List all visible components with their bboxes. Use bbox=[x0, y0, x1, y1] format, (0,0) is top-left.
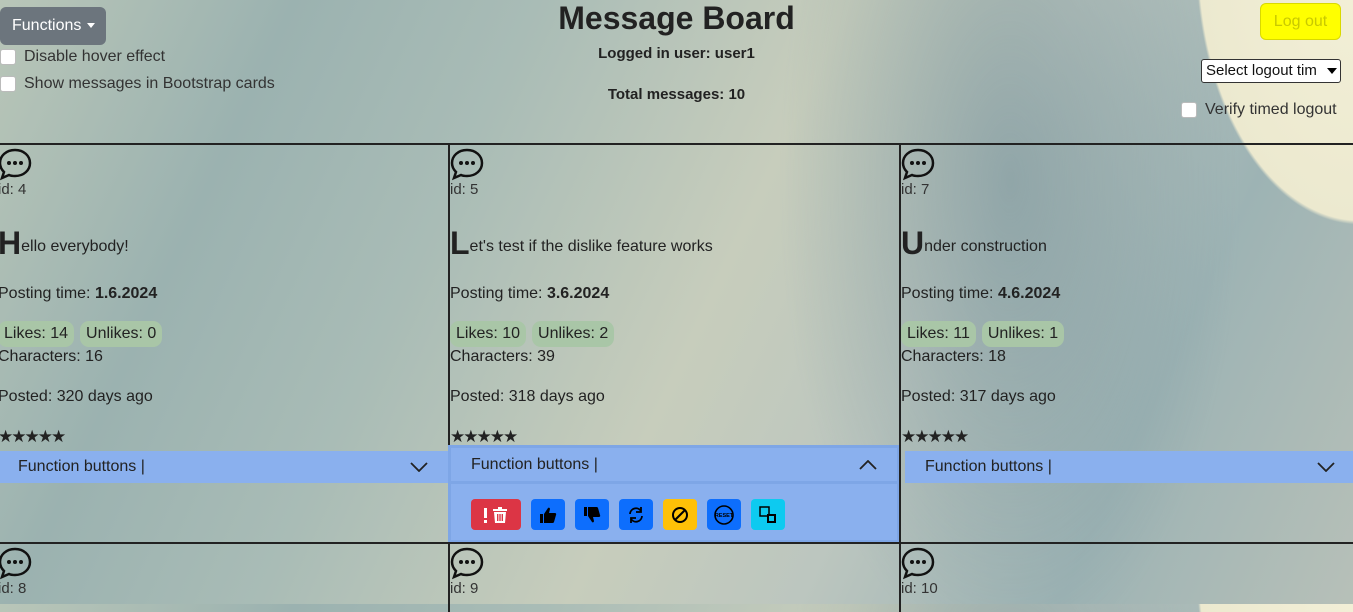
block-button[interactable] bbox=[663, 499, 697, 530]
function-buttons: RESET bbox=[471, 499, 785, 530]
function-buttons-label: Function buttons | bbox=[471, 455, 598, 473]
posting-time: Posting time: 1.6.2024 bbox=[0, 285, 158, 302]
message-initial: L bbox=[450, 225, 470, 261]
logout-button[interactable]: Log out bbox=[1260, 3, 1341, 40]
select-arrow-icon bbox=[1327, 68, 1337, 74]
message-cell: id: 5 Let's test if the dislike feature … bbox=[448, 143, 900, 545]
reactions: Likes: 14 Unlikes: 0 bbox=[0, 321, 163, 347]
unlikes-badge: Unlikes: 2 bbox=[532, 321, 615, 347]
message-text: Let's test if the dislike feature works bbox=[450, 225, 713, 262]
unlikes-badge: Unlikes: 1 bbox=[981, 321, 1065, 347]
message-text: Hello everybody! bbox=[0, 225, 129, 262]
message-body: nder construction bbox=[924, 238, 1047, 255]
message-body: ello everybody! bbox=[21, 238, 129, 255]
likes-badge: Likes: 11 bbox=[901, 321, 976, 347]
posted-ago: Posted: 320 days ago bbox=[0, 388, 153, 405]
likes-badge: Likes: 10 bbox=[450, 321, 527, 347]
message-bubble-icon bbox=[901, 148, 935, 181]
function-buttons-toggle[interactable]: Function buttons | bbox=[0, 451, 448, 483]
chevron-down-icon bbox=[410, 462, 428, 472]
dislike-button[interactable] bbox=[575, 499, 609, 530]
delete-trash-icon bbox=[484, 506, 507, 523]
logged-in-user: Logged in user: user1 bbox=[598, 45, 755, 62]
verify-logout-row[interactable]: Verify timed logout bbox=[1181, 101, 1337, 119]
verify-logout-checkbox[interactable] bbox=[1181, 102, 1197, 118]
message-initial: U bbox=[901, 225, 925, 261]
ban-icon bbox=[672, 506, 688, 523]
function-buttons-panel: Function buttons | RESET bbox=[448, 445, 900, 543]
message-text: Under construction bbox=[901, 225, 1047, 262]
reactions: Likes: 11 Unlikes: 1 bbox=[901, 321, 1065, 347]
posting-time: Posting time: 4.6.2024 bbox=[901, 285, 1061, 302]
message-id: id: 5 bbox=[450, 181, 479, 198]
message-id: id: 8 bbox=[0, 580, 27, 597]
message-bubble-icon bbox=[0, 148, 32, 181]
message-id: id: 10 bbox=[901, 580, 938, 597]
message-cell: id: 7 Under construction Posting time: 4… bbox=[899, 143, 1353, 545]
header: Functions Disable hover effect Show mess… bbox=[0, 0, 1353, 144]
message-bubble-icon bbox=[0, 547, 32, 580]
function-buttons-label: Function buttons | bbox=[925, 458, 1052, 475]
function-buttons-label: Function buttons | bbox=[18, 458, 145, 475]
character-count: Characters: 18 bbox=[901, 348, 1006, 365]
message-id: id: 9 bbox=[450, 580, 479, 597]
message-cell: id: 9 bbox=[448, 542, 900, 612]
page-title: Message Board bbox=[558, 0, 795, 36]
logout-time-select[interactable]: Select logout tim bbox=[1201, 59, 1341, 83]
reactions: Likes: 10 Unlikes: 2 bbox=[450, 321, 615, 347]
chevron-down-icon bbox=[1317, 462, 1335, 472]
star-rating[interactable]: ★★★★★ bbox=[901, 427, 969, 447]
message-cell: id: 10 bbox=[899, 542, 1353, 612]
thumbs-up-icon bbox=[540, 507, 557, 523]
delete-button[interactable] bbox=[471, 499, 521, 530]
like-button[interactable] bbox=[531, 499, 565, 530]
logout-select-value: Select logout tim bbox=[1206, 62, 1317, 79]
message-initial: H bbox=[0, 225, 22, 261]
refresh-icon bbox=[629, 506, 643, 523]
verify-logout-label: Verify timed logout bbox=[1205, 101, 1337, 118]
star-rating[interactable]: ★★★★★ bbox=[0, 427, 66, 447]
posted-ago: Posted: 318 days ago bbox=[450, 388, 605, 405]
reset-icon-text: RESET bbox=[715, 513, 734, 519]
message-cell: id: 8 bbox=[0, 542, 450, 612]
message-bubble-icon bbox=[450, 547, 484, 580]
message-id: id: 4 bbox=[0, 181, 27, 198]
total-messages: Total messages: 10 bbox=[607, 86, 746, 103]
unlikes-badge: Unlikes: 0 bbox=[80, 321, 163, 347]
posted-ago: Posted: 317 days ago bbox=[901, 388, 1056, 405]
function-buttons-toggle[interactable]: Function buttons | bbox=[451, 448, 897, 484]
function-buttons-toggle[interactable]: Function buttons | bbox=[905, 451, 1353, 483]
message-bubble-icon bbox=[901, 547, 935, 580]
reset-button[interactable]: RESET bbox=[707, 499, 741, 530]
posting-time: Posting time: 3.6.2024 bbox=[450, 285, 610, 302]
message-id: id: 7 bbox=[901, 181, 930, 198]
star-rating[interactable]: ★★★★★ bbox=[450, 427, 518, 447]
thumbs-down-icon bbox=[584, 506, 601, 522]
character-count: Characters: 39 bbox=[450, 348, 555, 365]
message-grid: id: 4 Hello everybody! Posting time: 1.6… bbox=[0, 143, 1353, 612]
translate-button[interactable] bbox=[751, 499, 785, 530]
translate-icon bbox=[759, 505, 776, 523]
refresh-button[interactable] bbox=[619, 499, 653, 530]
likes-badge: Likes: 14 bbox=[0, 321, 75, 347]
message-body: et's test if the dislike feature works bbox=[469, 238, 713, 255]
character-count: Characters: 16 bbox=[0, 348, 103, 365]
message-bubble-icon bbox=[450, 148, 484, 181]
chevron-up-icon bbox=[859, 459, 877, 470]
reset-icon: RESET bbox=[714, 504, 734, 525]
message-cell: id: 4 Hello everybody! Posting time: 1.6… bbox=[0, 143, 450, 545]
